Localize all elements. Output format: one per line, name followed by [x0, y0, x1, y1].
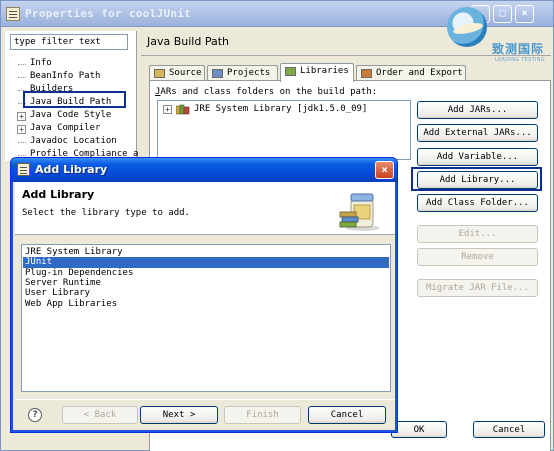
tab-label: Projects [227, 68, 271, 78]
dialog-description: Select the library type to add. [22, 208, 190, 218]
jars-label: JARs and class folders on the build path… [155, 87, 378, 97]
add-variable-button[interactable]: Add Variable... [417, 148, 538, 166]
page-title: Java Build Path [147, 35, 230, 48]
source-folder-icon [154, 69, 165, 78]
watermark-logo: 致测国际 LEADING TESTING [445, 7, 551, 67]
tab-label: Libraries [300, 66, 349, 76]
tab-libraries[interactable]: Libraries [280, 63, 354, 82]
tree-connector [18, 64, 26, 65]
dialog-window-icon [17, 163, 30, 176]
add-library-dialog: Add Library × Add Library Select the lib… [10, 157, 398, 433]
edit-button[interactable]: Edit... [417, 225, 538, 243]
library-type-list[interactable]: JRE System Library JUnit Plug-in Dependenc… [21, 244, 391, 392]
tab-source[interactable]: Source [149, 65, 205, 81]
tree-connector [18, 77, 26, 78]
dialog-title: Add Library [35, 163, 108, 176]
remove-button[interactable]: Remove [417, 248, 538, 266]
finish-button[interactable]: Finish [224, 406, 301, 424]
add-external-jars-button[interactable]: Add External JARs... [417, 124, 538, 142]
next-button[interactable]: Next > [140, 406, 218, 424]
tab-projects[interactable]: Projects [207, 65, 278, 81]
tree-connector [18, 142, 26, 143]
dialog-heading: Add Library [22, 188, 95, 201]
jre-system-library-entry[interactable]: JRE System Library [jdk1.5.0_09] [194, 104, 367, 114]
dialog-banner: Add Library Select the library type to a… [15, 182, 395, 235]
expand-icon[interactable]: + [17, 112, 26, 121]
tree-connector [18, 155, 26, 156]
page-divider [141, 55, 551, 56]
tree-item-info[interactable]: Info [30, 58, 52, 70]
selection-highlight-box [23, 91, 126, 108]
order-export-icon [361, 69, 372, 78]
help-icon[interactable]: ? [28, 408, 42, 422]
tree-item-java-code-style[interactable]: Java Code Style [30, 110, 111, 122]
tab-label: Order and Export [376, 68, 463, 78]
add-library-highlight-box [411, 167, 542, 191]
dialog-divider [15, 399, 395, 400]
properties-cancel-button[interactable]: Cancel [473, 421, 545, 438]
build-path-tree[interactable]: + JRE System Library [jdk1.5.0_09] [157, 100, 411, 160]
add-class-folder-button[interactable]: Add Class Folder... [417, 194, 538, 212]
migrate-jar-button[interactable]: Migrate JAR File... [417, 279, 538, 297]
ok-button[interactable]: OK [391, 421, 447, 438]
expand-icon[interactable]: + [163, 105, 172, 114]
jre-library-icon [176, 104, 190, 115]
tree-item-beaninfo-path[interactable]: BeanInfo Path [30, 71, 100, 83]
tab-order-and-export[interactable]: Order and Export [356, 65, 466, 81]
libraries-icon [285, 67, 296, 76]
dialog-close-button[interactable]: × [375, 161, 394, 179]
tab-label: Source [169, 68, 202, 78]
properties-window-title: Properties for coolJUnit [25, 7, 192, 20]
projects-icon [212, 69, 223, 78]
tree-item-java-compiler[interactable]: Java Compiler [30, 123, 100, 135]
watermark-text-en: LEADING TESTING [495, 57, 545, 63]
dialog-cancel-button[interactable]: Cancel [308, 406, 386, 424]
library-jar-icon [339, 193, 380, 231]
properties-window-icon [6, 7, 20, 21]
dialog-title-bar[interactable]: Add Library × [11, 158, 397, 182]
filter-input[interactable] [10, 34, 128, 50]
jars-label-text: ARs and class folders on the build path: [160, 87, 378, 97]
add-jars-button[interactable]: Add JARs... [417, 101, 538, 119]
back-button[interactable]: < Back [62, 406, 138, 424]
expand-icon[interactable]: + [17, 125, 26, 134]
tree-item-javadoc-location[interactable]: Javadoc Location [30, 136, 117, 148]
library-type-item[interactable]: Web App Libraries [23, 299, 389, 310]
